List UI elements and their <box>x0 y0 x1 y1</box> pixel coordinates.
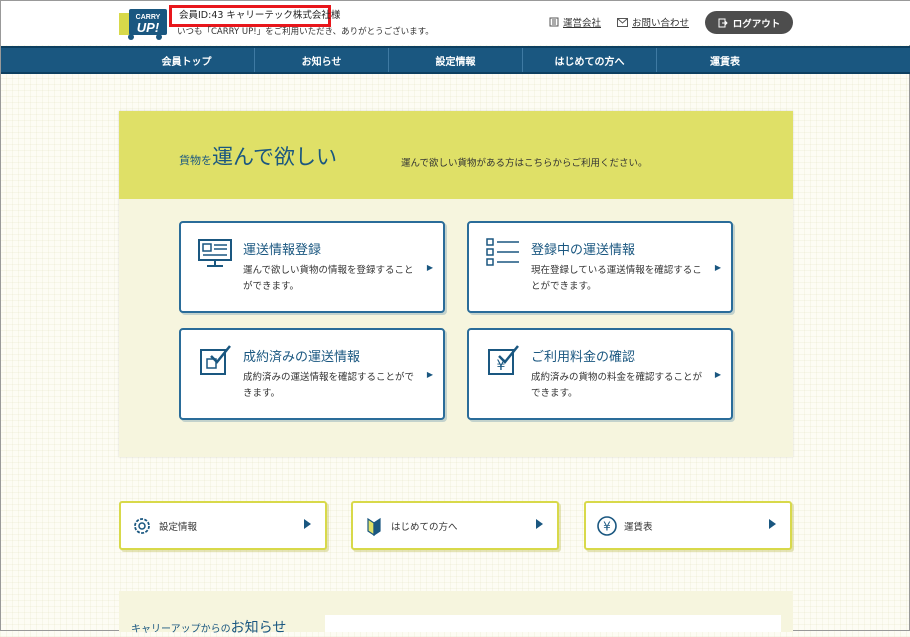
yen-circle-icon: ¥ <box>597 516 617 536</box>
svg-text:UP!: UP! <box>137 20 160 35</box>
banner: 貨物を運んで欲しい 運んで欲しい貨物がある方はこちらからご利用ください。 <box>119 111 793 199</box>
shipping-request-panel: 貨物を運んで欲しい 運んで欲しい貨物がある方はこちらからご利用ください。 運送情… <box>119 111 793 457</box>
checked-box-icon <box>200 345 231 375</box>
building-icon <box>549 17 559 27</box>
beginners-button-label: はじめての方へ <box>391 522 458 533</box>
card-description: 成約済みの運送情報を確認することができます。 <box>243 372 415 399</box>
yen-check-icon: ¥ <box>488 345 519 375</box>
monitor-icon <box>198 239 232 267</box>
fare-table-button-label: 運賃表 <box>624 522 653 533</box>
news-title-small: キャリーアップからの <box>131 624 231 635</box>
settings-button[interactable]: 設定情報 <box>119 501 327 550</box>
chevron-right-icon: ▶ <box>714 263 721 272</box>
logout-button[interactable]: ログアウト <box>705 11 793 34</box>
nav-item-settings[interactable]: 設定情報 <box>389 48 523 72</box>
card-fee-check[interactable]: ¥ ご利用料金の確認 成約済みの貨物の料金を確認することができます。 ▶ <box>467 328 733 420</box>
news-title: キャリーアップからのお知らせ <box>131 617 286 637</box>
arrow-right-icon <box>536 519 543 529</box>
card-registered-shipping[interactable]: 登録中の運送情報 現在登録している運送情報を確認することができます。 ▶ <box>467 221 733 313</box>
card-description: 成約済みの貨物の料金を確認することができます。 <box>531 372 703 399</box>
card-title: 登録中の運送情報 <box>531 243 636 258</box>
mail-icon <box>617 17 628 27</box>
arrow-right-icon <box>769 519 776 529</box>
card-description: 運んで欲しい貨物の情報を登録することができます。 <box>243 265 414 292</box>
contact-link[interactable]: お問い合わせ <box>617 15 689 29</box>
card-title: 運送情報登録 <box>243 243 322 258</box>
card-register-shipping[interactable]: 運送情報登録 運んで欲しい貨物の情報を登録することができます。 ▶ <box>179 221 445 313</box>
company-link[interactable]: 運営会社 <box>549 15 601 29</box>
nav-item-beginners[interactable]: はじめての方へ <box>523 48 657 72</box>
main-nav: 会員トップ お知らせ 設定情報 はじめての方へ 運賃表 <box>1 46 910 74</box>
chevron-right-icon: ▶ <box>426 263 433 272</box>
banner-subtitle: 運んで欲しい貨物がある方はこちらからご利用ください。 <box>401 158 648 169</box>
fare-table-button[interactable]: ¥ 運賃表 <box>584 501 792 550</box>
banner-title-big: 運んで欲しい <box>212 145 337 169</box>
checklist-icon <box>486 238 519 266</box>
nav-item-news[interactable]: お知らせ <box>255 48 389 72</box>
news-list <box>325 615 781 632</box>
card-title: 成約済みの運送情報 <box>243 350 361 365</box>
news-section: キャリーアップからのお知らせ <box>119 591 793 636</box>
card-description: 現在登録している運送情報を確認することができます。 <box>531 265 702 292</box>
arrow-right-icon <box>304 519 311 529</box>
logout-icon <box>718 18 728 27</box>
logout-label[interactable]: ログアウト <box>733 16 781 30</box>
svg-text:¥: ¥ <box>603 520 611 534</box>
banner-title: 貨物を運んで欲しい <box>179 141 337 171</box>
nav-item-fare-table[interactable]: 運賃表 <box>657 48 793 72</box>
carry-up-logo[interactable]: CARRY UP! <box>119 7 169 41</box>
news-title-big: お知らせ <box>230 620 287 636</box>
beginners-button[interactable]: はじめての方へ <box>351 501 559 550</box>
company-link-label[interactable]: 運営会社 <box>563 15 601 29</box>
nav-item-member-top[interactable]: 会員トップ <box>119 48 255 72</box>
gear-icon <box>134 518 150 534</box>
card-title: ご利用料金の確認 <box>531 350 636 365</box>
card-contracted-shipping[interactable]: 成約済みの運送情報 成約済みの運送情報を確認することができます。 ▶ <box>179 328 445 420</box>
beginner-mark-icon <box>367 517 381 537</box>
chevron-right-icon: ▶ <box>426 370 433 379</box>
contact-link-label[interactable]: お問い合わせ <box>632 15 689 29</box>
settings-button-label: 設定情報 <box>159 522 198 533</box>
member-info-box: 会員ID:43 キャリーテック株式会社様 <box>169 5 340 27</box>
greeting-text: いつも「CARRY UP!」をご利用いただき、ありがとうございます。 <box>177 27 434 37</box>
banner-title-small: 貨物を <box>179 154 212 167</box>
site-header: CARRY UP! 会員ID:43 キャリーテック株式会社様 いつも「CARRY… <box>1 1 910 45</box>
chevron-right-icon: ▶ <box>714 370 721 379</box>
